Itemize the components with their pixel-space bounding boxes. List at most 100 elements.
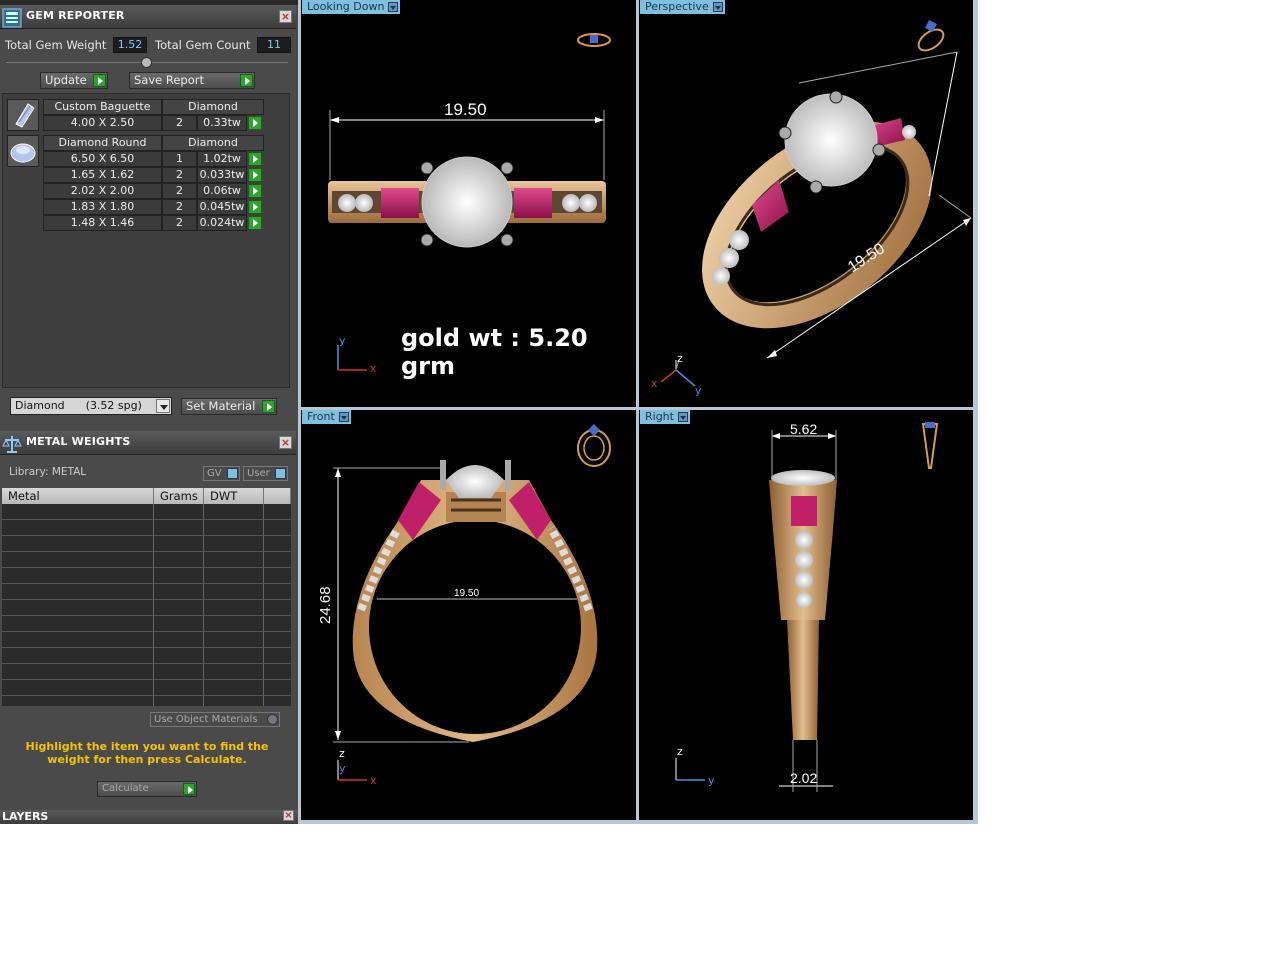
table-row[interactable] [2,648,291,664]
table-row[interactable] [2,632,291,648]
layers-header: LAYERS × [0,810,298,824]
gem-select-button[interactable] [248,200,262,214]
axis-label-z: z [677,745,683,758]
viewport-right[interactable]: Right 5.62 2.02 z y [639,410,973,820]
use-object-materials-label: Use Object Materials [154,714,258,725]
set-material-button[interactable]: Set Material [181,398,277,415]
viewport-front[interactable]: Front 19.50 24.68 z y x [301,410,636,820]
baguette-gem-icon[interactable] [7,99,39,131]
scale-icon [2,434,22,454]
user-toggle-label: User [247,468,270,479]
gem-qty[interactable]: 2 [162,167,197,183]
table-row[interactable] [2,680,291,696]
gem-qty[interactable]: 2 [162,215,197,231]
splitter-handle[interactable] [141,57,152,68]
gem-weight[interactable]: 0.06tw [197,183,247,199]
column-header-grams[interactable]: Grams [154,488,204,504]
viewport-top[interactable]: Looking Down 19.50 gold wt: 5.20 grm y … [301,0,636,407]
use-object-materials-toggle[interactable]: Use Object Materials [150,712,280,727]
gem-qty[interactable]: 2 [162,199,197,215]
play-icon [93,74,106,87]
axis-label-z: z [677,352,683,365]
round-gem-icon[interactable] [7,135,39,167]
gem-weight[interactable]: 0.024tw [197,215,247,231]
right-bottom-dimension-label: 2.02 [790,770,818,786]
gem-size[interactable]: 1.83 X 1.80 [43,199,162,215]
metal-weights-title: METAL WEIGHTS [26,435,131,448]
axis-label-y: y [339,334,346,347]
table-row[interactable] [2,568,291,584]
table-row[interactable] [2,504,291,520]
material-select[interactable]: Diamond (3.52 spg) [10,397,172,415]
chevron-down-icon[interactable] [156,399,170,413]
gem-qty[interactable]: 2 [162,183,197,199]
table-row[interactable] [2,584,291,600]
table-row[interactable] [2,536,291,552]
gem-select-button[interactable] [248,168,262,182]
column-header-dwt[interactable]: DWT [204,488,264,504]
column-header-metal[interactable]: Metal [2,488,154,504]
gem-select-button[interactable] [248,116,262,130]
gem-size[interactable]: 1.48 X 1.46 [43,215,162,231]
gem-select-button[interactable] [248,216,262,230]
axis-label-y: y [339,762,346,775]
group-cut-label[interactable]: Diamond Round [43,135,162,151]
table-row[interactable] [2,616,291,632]
table-row[interactable] [2,600,291,616]
total-gem-count-label: Total Gem Count [155,38,251,52]
table-row[interactable] [2,520,291,536]
axis-label-y: y [695,384,702,397]
gem-size[interactable]: 6.50 X 6.50 [43,151,162,167]
total-gem-weight-value: 1.52 [113,37,147,53]
play-icon [183,783,195,795]
group-cut-label[interactable]: Custom Baguette [43,99,162,115]
gem-size[interactable]: 1.65 X 1.62 [43,167,162,183]
gem-size[interactable]: 4.00 X 2.50 [43,115,162,131]
gv-toggle-label: GV [207,468,222,479]
save-report-button[interactable]: Save Report [129,72,255,89]
table-row[interactable] [2,664,291,680]
axis-label-x: x [370,362,377,375]
gem-qty[interactable]: 1 [162,151,197,167]
front-inner-dimension-label: 19.50 [454,588,480,599]
toggle-indicator-icon [227,468,238,479]
material-select-value: Diamond (3.52 spg) [15,399,142,412]
gem-select-button[interactable] [248,184,262,198]
group-material-label[interactable]: Diamond [162,135,264,151]
gem-reporter-header: GEM REPORTER × [0,5,296,29]
calculate-button[interactable]: Calculate [97,781,197,797]
gem-weight[interactable]: 0.033tw [197,167,247,183]
gold-weight-annotation: gold wt : 5.20 grm [401,324,588,380]
viewport-perspective[interactable]: Perspective 19.50 z x y [639,0,973,407]
front-height-dimension-label: 24.68 [317,586,334,624]
save-report-button-label: Save Report [134,73,205,87]
axis-label-x: x [370,774,377,787]
gem-size[interactable]: 2.02 X 2.00 [43,183,162,199]
gem-weight[interactable]: 1.02tw [197,151,247,167]
update-button[interactable]: Update [40,72,108,89]
left-panel: GEM REPORTER × Total Gem Weight 1.52 Tot… [0,0,298,824]
user-toggle[interactable]: User [243,466,288,481]
table-row[interactable] [2,552,291,568]
gv-toggle[interactable]: GV [203,466,240,481]
gem-qty[interactable]: 2 [162,115,197,131]
layers-close-button[interactable]: × [283,810,294,821]
radio-icon [267,714,278,725]
layers-title: LAYERS [2,810,49,823]
update-button-label: Update [45,73,87,87]
gem-weight[interactable]: 0.045tw [197,199,247,215]
group-material-label[interactable]: Diamond [162,99,264,115]
gem-reporter-close-button[interactable]: × [279,10,292,23]
library-label: Library: METAL [9,466,87,478]
gem-weight[interactable]: 0.33tw [197,115,247,131]
top-dimension-label: 19.50 [444,100,487,119]
axis-label-y: y [708,774,715,787]
play-icon [262,400,275,413]
perspective-view-render [660,20,972,387]
gem-select-button[interactable] [248,152,262,166]
axis-label-z: z [339,747,345,760]
metal-weights-table[interactable]: Metal Grams DWT [2,488,291,706]
metal-weights-close-button[interactable]: × [279,436,292,449]
total-gem-count-value: 11 [257,37,291,53]
gem-reporter-title: GEM REPORTER [26,9,125,22]
